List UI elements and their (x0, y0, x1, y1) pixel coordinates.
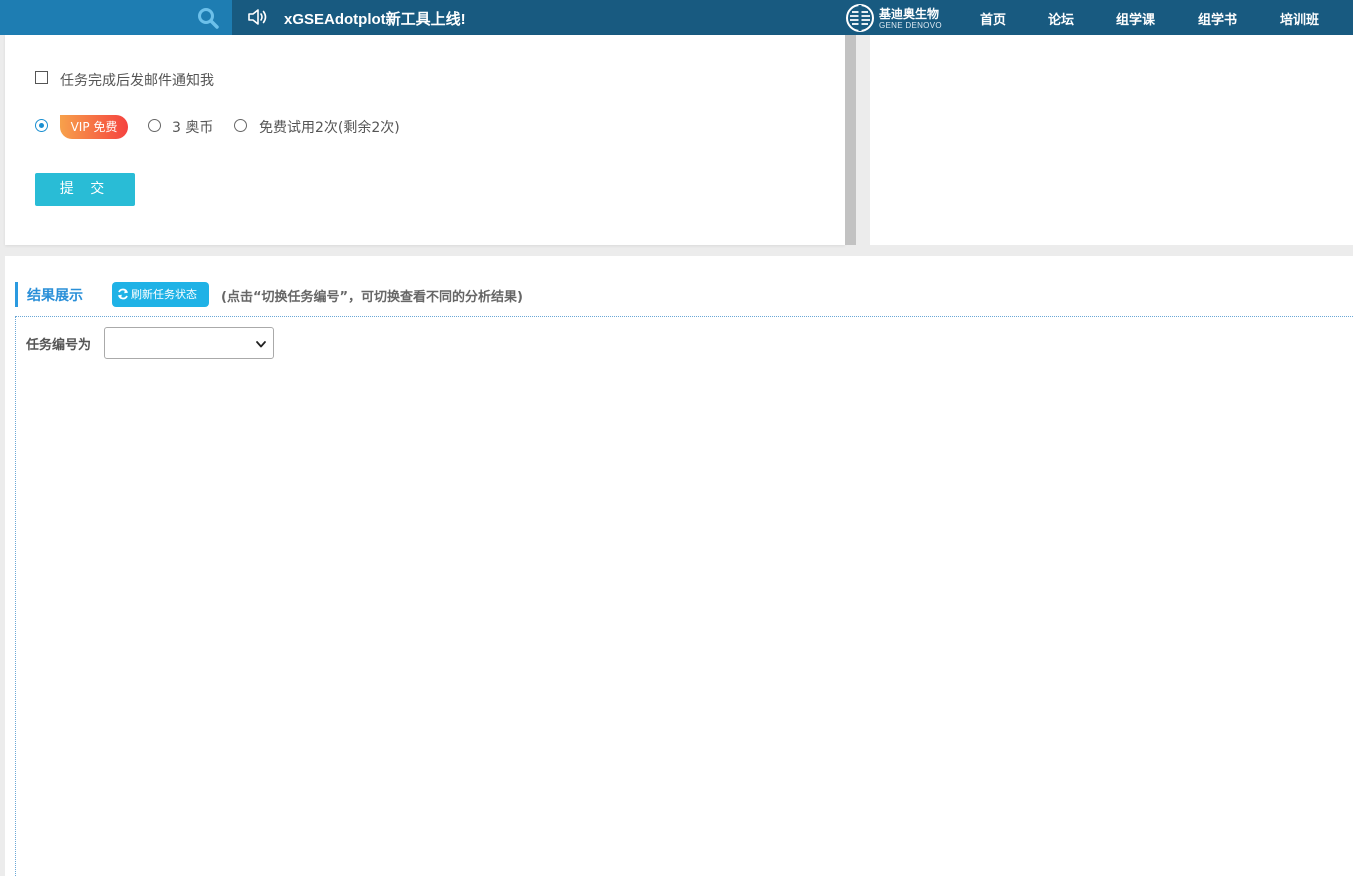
refresh-icon (118, 288, 128, 300)
results-title: 结果展示 (27, 288, 83, 304)
email-notify-checkbox[interactable] (35, 71, 48, 84)
announcement-link[interactable]: xGSEAdotplot新工具上线! (284, 8, 466, 29)
logo-emblem-icon (846, 4, 874, 32)
refresh-status-label: 刷新任务状态 (131, 288, 197, 301)
task-id-select[interactable] (104, 327, 274, 359)
nav-home[interactable]: 首页 (980, 9, 1006, 28)
speaker-icon (248, 9, 267, 25)
scrollbar[interactable] (845, 35, 856, 245)
side-panel (870, 35, 1353, 245)
nav-omics-book[interactable]: 组学书 (1198, 9, 1237, 28)
chevron-down-icon (256, 341, 266, 348)
logo[interactable]: 基迪奥生物 GENE DENOVO (845, 1, 945, 35)
radio-vip[interactable] (35, 119, 48, 132)
radio-coins[interactable] (148, 119, 161, 132)
refresh-status-button[interactable]: 刷新任务状态 (112, 282, 209, 307)
task-id-label: 任务编号为 (26, 338, 92, 353)
results-hint: (点击“切换任务编号”，可切换查看不同的分析结果) (221, 290, 523, 305)
submit-button[interactable]: 提 交 (35, 173, 135, 206)
nav-training[interactable]: 培训班 (1280, 9, 1319, 28)
results-display-area (15, 316, 1353, 876)
radio-coins-label[interactable]: 3 奥币 (172, 117, 213, 137)
logo-text-cn: 基迪奥生物 (879, 7, 940, 21)
task-form-card (5, 35, 845, 245)
section-accent-bar (15, 282, 18, 307)
logo-text-en: GENE DENOVO (879, 21, 942, 30)
nav-omics-course[interactable]: 组学课 (1116, 9, 1155, 28)
vip-free-badge: VIP 免费 (60, 115, 128, 139)
nav-forum[interactable]: 论坛 (1048, 9, 1074, 28)
radio-trial-label[interactable]: 免费试用2次(剩余2次) (259, 117, 400, 137)
search-box[interactable] (0, 0, 232, 35)
top-nav-bar: xGSEAdotplot新工具上线! 基迪奥生物 GENE DENOVO 首页 … (0, 0, 1353, 35)
search-icon[interactable] (197, 7, 219, 29)
radio-trial[interactable] (234, 119, 247, 132)
email-notify-label[interactable]: 任务完成后发邮件通知我 (60, 70, 214, 90)
